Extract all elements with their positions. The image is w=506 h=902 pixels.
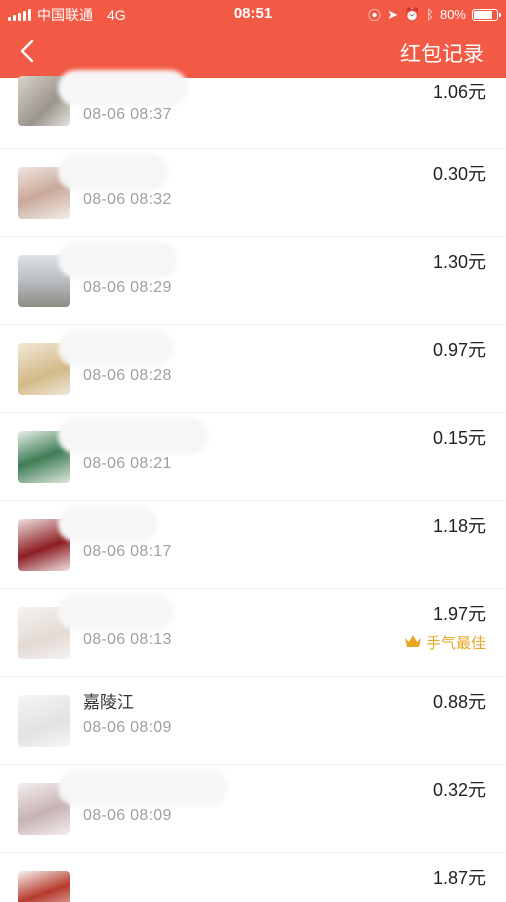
record-time: 08-06 08:21 [83,455,172,472]
list-item[interactable]: 08-06 08:32 0.30元 [0,149,506,237]
list-item[interactable]: 08-06 08:29 1.30元 [0,237,506,325]
best-luck-badge: 手气最佳 [404,632,486,653]
amount: 0.15元 [432,428,486,448]
amount: 0.32元 [432,780,486,800]
name-redaction [58,770,228,806]
alarm-icon: ⏰ [403,6,421,22]
record-time: 08-06 08:29 [83,279,172,296]
amount: 1.30元 [432,252,486,272]
location-icon: ➤ [387,6,398,22]
nav-bar: 红包记录 [0,28,506,76]
status-right: ⦿ ➤ ⏰ ᛒ 80% [368,5,501,24]
name-redaction [58,330,173,366]
sender-name: 嘉陵江 [83,693,134,712]
list-item[interactable]: 08-06 08:37 1.06元 [0,70,506,149]
header: 中国联通 4G 08:51 ⦿ ➤ ⏰ ᛒ 80% 红包记录 [0,0,506,78]
list-item[interactable]: 08-06 08:09 0.32元 [0,765,506,853]
back-button[interactable] [12,36,42,66]
chevron-left-icon [20,39,34,63]
avatar [18,871,70,902]
name-redaction [58,154,168,190]
amount: 0.97元 [432,340,486,360]
list-item[interactable]: 08-06 08:17 1.18元 [0,501,506,589]
red-packet-list: 08-06 08:37 1.06元 08-06 08:32 0.30元 08-06 08… [0,70,506,902]
amount: 0.88元 [432,692,486,712]
amount: 1.97元 [432,604,486,624]
amount: 1.18元 [432,516,486,536]
record-time: 08-06 08:09 [83,807,172,824]
list-item[interactable]: 1.87元 [0,853,506,902]
battery-icon [472,8,501,21]
page-title[interactable]: 红包记录 [400,38,484,68]
rotation-lock-icon: ⦿ [368,8,382,23]
record-time: 08-06 08:37 [83,106,172,123]
list-item[interactable]: 08-06 08:21 0.15元 [0,413,506,501]
crown-icon [404,634,422,652]
avatar [18,695,70,747]
name-redaction [58,242,178,278]
name-redaction [58,418,208,454]
record-time: 08-06 08:28 [83,367,172,384]
bluetooth-icon: ᛒ [426,7,434,22]
record-time: 08-06 08:13 [83,631,172,648]
list-item[interactable]: 08-06 08:13 1.97元手气最佳 [0,589,506,677]
amount: 1.06元 [432,82,486,102]
name-redaction [58,506,158,542]
amount: 1.87元 [432,868,486,888]
name-redaction [58,70,188,106]
list-item[interactable]: 08-06 08:28 0.97元 [0,325,506,413]
name-redaction [58,594,173,630]
battery-percent: 80% [439,7,466,22]
list-item[interactable]: 嘉陵江 08-06 08:09 0.88元 [0,677,506,765]
best-luck-label: 手气最佳 [425,635,486,652]
amount: 0.30元 [432,164,486,184]
record-time: 08-06 08:09 [83,719,172,736]
record-time: 08-06 08:17 [83,543,172,560]
status-bar: 中国联通 4G 08:51 ⦿ ➤ ⏰ ᛒ 80% [0,0,506,26]
record-time: 08-06 08:32 [83,191,172,208]
